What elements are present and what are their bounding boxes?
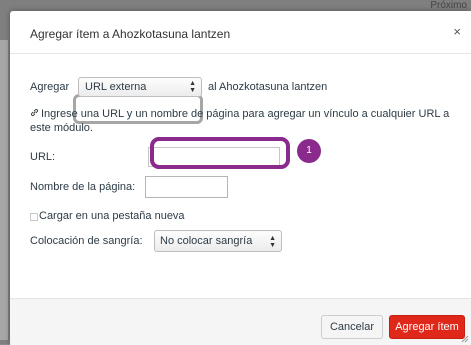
dialog-title: Agregar ítem a Ahozkotasuna lantzen <box>30 27 231 41</box>
select-arrows-icon: ▲ ▼ <box>269 235 276 249</box>
cancel-button[interactable]: Cancelar <box>321 315 383 339</box>
link-icon <box>30 108 39 117</box>
indent-label: Colocación de sangría: <box>30 235 143 247</box>
select-arrows-icon: ▲ ▼ <box>189 80 196 94</box>
item-type-select-value: URL externa <box>85 81 147 93</box>
add-suffix-label: al Ahozkotasuna lantzen <box>208 81 328 93</box>
background-page-edge <box>0 40 8 340</box>
new-tab-label: Cargar en una pestaña nueva <box>39 210 185 222</box>
callout-badge: 1 <box>297 139 321 163</box>
page-name-input[interactable] <box>145 176 228 198</box>
resize-handle-icon[interactable] <box>461 335 469 343</box>
dialog-footer: Cancelar Agregar ítem <box>10 298 471 345</box>
add-item-dialog: Agregar ítem a Ahozkotasuna lantzen × Ag… <box>10 11 471 345</box>
help-text-content: Ingrese una URL y un nombre de página pa… <box>30 108 450 134</box>
indent-select-value: No colocar sangría <box>160 235 253 247</box>
url-label: URL: <box>30 151 56 163</box>
item-type-select[interactable]: URL externa ▲ ▼ <box>78 77 202 97</box>
add-prefix-label: Agregar <box>30 81 70 93</box>
help-text: Ingrese una URL y un nombre de página pa… <box>30 107 450 135</box>
dialog-header: Agregar ítem a Ahozkotasuna lantzen × <box>10 11 471 54</box>
indent-select[interactable]: No colocar sangría ▲ ▼ <box>154 230 282 252</box>
background-next-link: Próximo <box>430 0 467 11</box>
close-icon[interactable]: × <box>453 24 461 39</box>
page-name-label: Nombre de la página: <box>30 181 136 193</box>
add-item-button[interactable]: Agregar ítem <box>389 315 465 339</box>
new-tab-checkbox[interactable] <box>30 213 38 221</box>
highlight-box <box>150 137 290 169</box>
